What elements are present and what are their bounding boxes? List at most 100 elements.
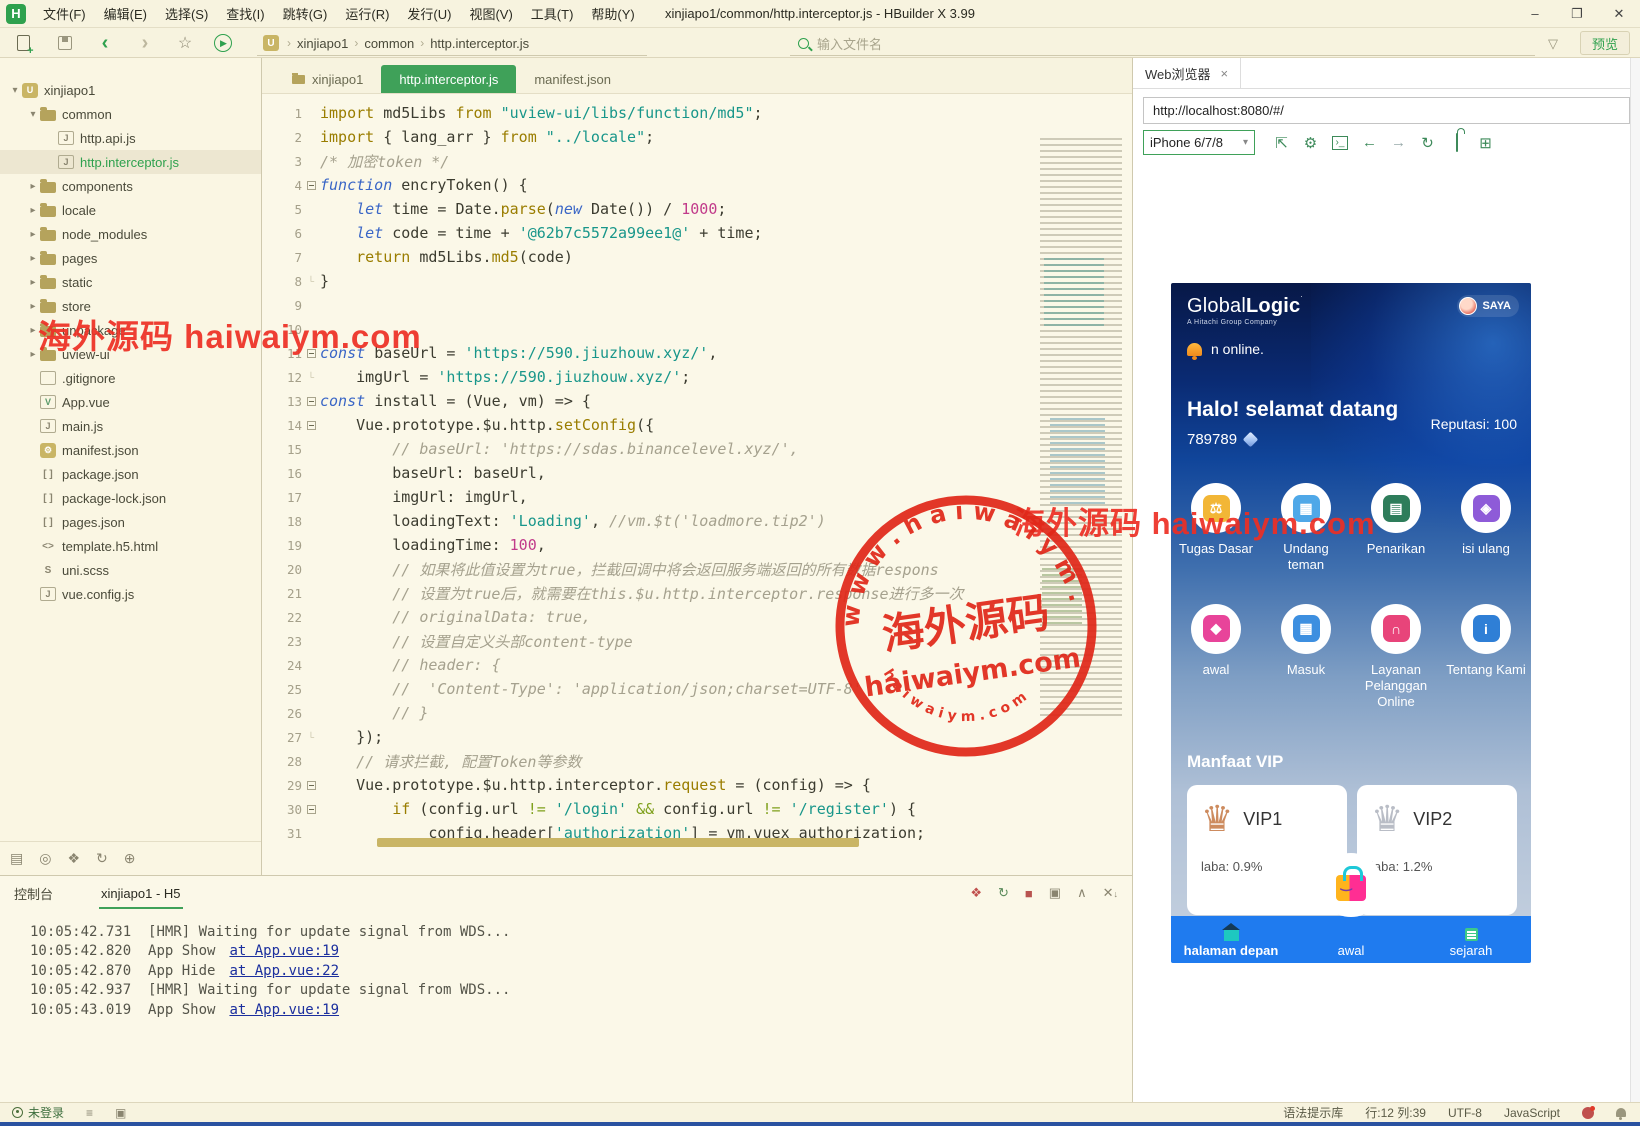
log-source-link[interactable]: at App.vue:19	[229, 1002, 339, 1018]
tree-item-app-vue[interactable]: V App.vue	[0, 390, 261, 414]
grid-item-isi-ulang[interactable]: ◈ isi ulang	[1441, 483, 1531, 574]
url-bar[interactable]: http://localhost:8080/#/	[1143, 97, 1630, 124]
tree-item-node-modules[interactable]: ▸ node_modules	[0, 222, 261, 246]
menu-item[interactable]: 查找(I)	[217, 4, 273, 23]
stop-icon[interactable]: ■	[1025, 886, 1033, 901]
bookmark-button[interactable]: ☆	[174, 32, 196, 54]
menu-item[interactable]: 发行(U)	[398, 4, 460, 23]
tree-item-package-lock-json[interactable]: [ ] package-lock.json	[0, 486, 261, 510]
fold-column[interactable]	[302, 396, 320, 406]
refresh-icon[interactable]: ↻	[96, 850, 108, 867]
tree-item-package-json[interactable]: [ ] package.json	[0, 462, 261, 486]
nav-forward-icon[interactable]: →	[1384, 134, 1413, 151]
fold-column[interactable]	[302, 180, 320, 190]
horizontal-scrollbar[interactable]	[377, 838, 859, 847]
breadcrumb-item[interactable]: xinjiapo1	[297, 36, 348, 51]
grid-item-masuk[interactable]: ▦ Masuk	[1261, 603, 1351, 711]
nav-item-halaman-depan[interactable]: halaman depan	[1171, 916, 1291, 963]
tree-item-store[interactable]: ▸ store	[0, 294, 261, 318]
files-view-icon[interactable]: ▤	[10, 850, 23, 867]
fold-column[interactable]	[302, 348, 320, 358]
login-status[interactable]: 未登录	[28, 1104, 64, 1121]
menu-item[interactable]: 运行(R)	[336, 4, 398, 23]
statusbar-item[interactable]: 行:12 列:39	[1365, 1104, 1426, 1121]
debug-view-icon[interactable]: ❖	[67, 850, 80, 867]
tree-item-components[interactable]: ▸ components	[0, 174, 261, 198]
clear-log-icon[interactable]: ✕↓	[1103, 885, 1118, 901]
tree-item-common[interactable]: ▾ common	[0, 102, 261, 126]
tree-item-http-interceptor-js[interactable]: Jhttp.interceptor.js	[0, 150, 261, 174]
tree-item-unpackage[interactable]: ▸ unpackage	[0, 318, 261, 342]
statusbar-item[interactable]: JavaScript	[1504, 1106, 1560, 1120]
search-view-icon[interactable]: ◎	[39, 850, 51, 867]
statusbar-item[interactable]: UTF-8	[1448, 1106, 1482, 1120]
close-icon[interactable]: ×	[1221, 66, 1229, 81]
devtools-icon[interactable]: ›_	[1332, 135, 1348, 150]
grid-item-undang-teman[interactable]: ▦ Undang teman	[1261, 483, 1351, 574]
file-search[interactable]: 输入文件名	[790, 31, 1535, 56]
tree-item-locale[interactable]: ▸ locale	[0, 198, 261, 222]
save-button[interactable]	[54, 32, 76, 54]
close-button[interactable]: ✕	[1598, 0, 1640, 27]
log-source-link[interactable]: at App.vue:22	[229, 963, 339, 979]
export-log-icon[interactable]: ▣	[1049, 885, 1061, 901]
restart-icon[interactable]: ↻	[998, 885, 1009, 901]
tree-item--gitignore[interactable]: .gitignore	[0, 366, 261, 390]
nav-item-awal[interactable]: awal	[1291, 916, 1411, 963]
statusbar-item[interactable]: 语法提示库	[1283, 1104, 1343, 1121]
grid-item-penarikan[interactable]: ▤ Penarikan	[1351, 483, 1441, 574]
debug-icon[interactable]: ❖	[970, 885, 982, 901]
fold-column[interactable]	[302, 420, 320, 430]
minimap[interactable]	[1040, 138, 1122, 718]
nav-item-sejarah[interactable]: sejarah	[1411, 916, 1531, 963]
tree-item-pages[interactable]: ▸ pages	[0, 246, 261, 270]
collapse-panel-icon[interactable]: ∧	[1077, 885, 1087, 901]
profile-chip[interactable]: SAYA	[1457, 295, 1519, 317]
tree-item-static[interactable]: ▸ static	[0, 270, 261, 294]
breadcrumb-item[interactable]: http.interceptor.js	[430, 36, 529, 51]
outline-icon[interactable]: ≡	[86, 1106, 93, 1120]
menu-item[interactable]: 帮助(Y)	[582, 4, 643, 23]
menu-item[interactable]: 跳转(G)	[274, 4, 337, 23]
plugins-icon[interactable]: ⊕	[124, 850, 136, 867]
refresh-icon[interactable]: ↻	[1413, 134, 1442, 152]
fold-column[interactable]	[302, 804, 320, 814]
tree-item-main-js[interactable]: Jmain.js	[0, 414, 261, 438]
record-icon[interactable]	[1582, 1105, 1595, 1119]
fold-column[interactable]	[302, 780, 320, 790]
tree-item-uview-ui[interactable]: ▸ uview-ui	[0, 342, 261, 366]
gear-icon[interactable]: ⚙	[1296, 134, 1325, 152]
new-file-button[interactable]	[12, 32, 34, 57]
tree-item-xinjiapo1[interactable]: ▾ Uxinjiapo1	[0, 78, 261, 102]
menu-item[interactable]: 选择(S)	[156, 4, 217, 23]
tree-item-uni-scss[interactable]: Suni.scss	[0, 558, 261, 582]
console-tab[interactable]: xinjiapo1 - H5	[99, 878, 183, 909]
grid-item-layanan-pelanggan-online[interactable]: ∩ Layanan Pelanggan Online	[1351, 603, 1441, 711]
tree-item-manifest-json[interactable]: ⚙ manifest.json	[0, 438, 261, 462]
tab-http-interceptor-js[interactable]: http.interceptor.js	[381, 65, 517, 93]
grid-item-tugas-dasar[interactable]: ⚖ Tugas Dasar	[1171, 483, 1261, 574]
back-button[interactable]: ‹	[94, 32, 116, 54]
nav-center-button[interactable]	[1319, 853, 1383, 917]
qrcode-icon[interactable]: ⊞	[1471, 134, 1500, 152]
preview-button[interactable]: 预览	[1580, 31, 1630, 55]
terminal-icon[interactable]: ▣	[115, 1106, 126, 1120]
panel-scrollbar[interactable]	[1630, 58, 1640, 1102]
menu-item[interactable]: 视图(V)	[460, 4, 521, 23]
code-area[interactable]: 1 import md5Libs from "uview-ui/libs/func…	[262, 94, 1132, 851]
maximize-button[interactable]: ❐	[1556, 0, 1598, 27]
device-selector[interactable]: iPhone 6/7/8 ▾	[1143, 130, 1255, 155]
tree-item-template-h5-html[interactable]: <> template.h5.html	[0, 534, 261, 558]
grid-item-awal[interactable]: ◆ awal	[1171, 603, 1261, 711]
log-source-link[interactable]: at App.vue:19	[229, 943, 339, 959]
menu-item[interactable]: 编辑(E)	[95, 4, 156, 23]
forward-button[interactable]: ›	[134, 32, 156, 54]
menu-item[interactable]: 工具(T)	[522, 4, 583, 23]
minimize-button[interactable]: –	[1514, 0, 1556, 27]
tab-manifest-json[interactable]: manifest.json	[516, 65, 629, 93]
tree-item-pages-json[interactable]: [ ] pages.json	[0, 510, 261, 534]
breadcrumb-item[interactable]: common	[364, 36, 414, 51]
open-external-icon[interactable]: ⇱	[1267, 134, 1296, 152]
tree-item-vue-config-js[interactable]: Jvue.config.js	[0, 582, 261, 606]
tree-item-http-api-js[interactable]: Jhttp.api.js	[0, 126, 261, 150]
